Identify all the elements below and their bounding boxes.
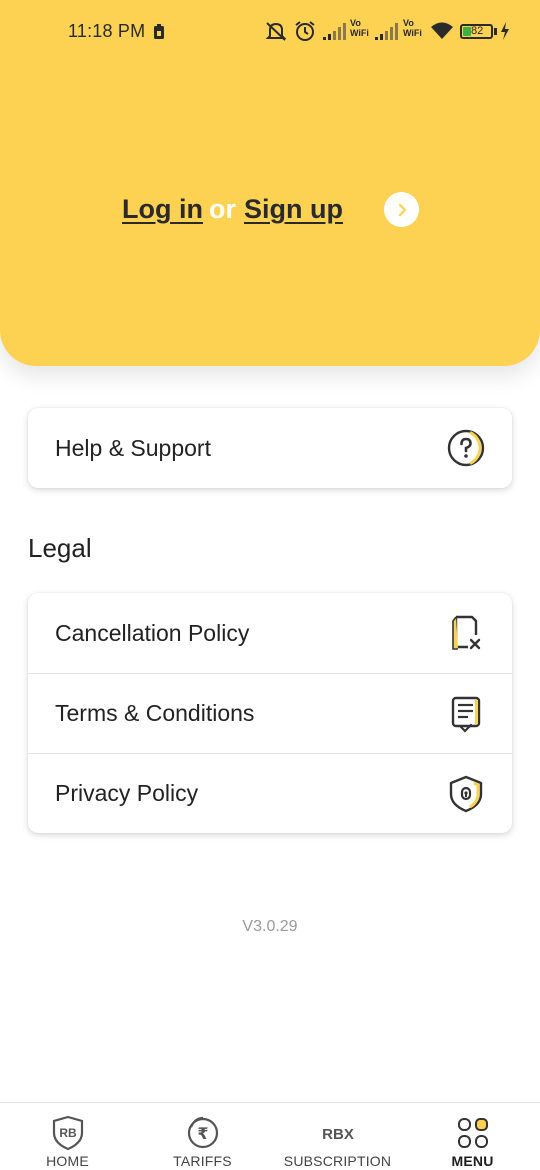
legal-row-privacy[interactable]: Privacy Policy bbox=[28, 753, 512, 833]
document-cancel-icon bbox=[452, 615, 481, 650]
tariffs-icon-text: ₹ bbox=[197, 1124, 208, 1143]
help-card: Help & Support bbox=[28, 408, 512, 488]
rb-shield-icon: RB bbox=[52, 1115, 83, 1151]
vowifi-bottom-text: WiFi bbox=[350, 28, 369, 38]
legal-row-cancellation[interactable]: Cancellation Policy bbox=[28, 593, 512, 673]
menu-grid-icon bbox=[457, 1118, 488, 1148]
login-link[interactable]: Log in bbox=[122, 194, 203, 225]
status-time: 11:18 PM bbox=[68, 21, 146, 41]
nav-menu[interactable]: MENU bbox=[405, 1103, 540, 1170]
rupee-icon: ₹ bbox=[187, 1116, 218, 1149]
vowifi-top-text: Vo bbox=[350, 18, 361, 28]
vowifi-icon: Vo WiFi bbox=[403, 18, 425, 38]
signup-link[interactable]: Sign up bbox=[244, 194, 343, 225]
shield-lock-icon bbox=[449, 775, 483, 813]
nav-subscription[interactable]: RBX SUBSCRIPTION bbox=[270, 1103, 405, 1170]
app-version: V3.0.29 bbox=[242, 918, 298, 935]
document-checklist-icon bbox=[451, 696, 481, 733]
privacy-policy-label: Privacy Policy bbox=[55, 780, 199, 806]
battery-icon: 82 bbox=[460, 24, 493, 39]
nav-home-label: HOME bbox=[46, 1153, 89, 1169]
help-support-label: Help & Support bbox=[55, 434, 211, 461]
mute-icon bbox=[265, 22, 287, 41]
nav-menu-label: MENU bbox=[451, 1153, 494, 1169]
signal-icon bbox=[323, 23, 346, 40]
rbx-icon: RBX bbox=[322, 1126, 354, 1143]
battery-level: 82 bbox=[471, 25, 484, 37]
header-banner: 11:18 PM Vo WiFi Vo WiFi 82 Log in or Si… bbox=[0, 0, 540, 366]
or-text: or bbox=[209, 194, 236, 224]
charging-icon bbox=[501, 22, 509, 40]
vowifi-bottom-text: WiFi bbox=[403, 28, 422, 38]
chevron-right-icon bbox=[398, 203, 406, 216]
status-bar: 11:18 PM Vo WiFi Vo WiFi 82 bbox=[0, 0, 540, 62]
legal-card: Cancellation Policy Terms & Conditions P… bbox=[28, 593, 512, 833]
wifi-icon bbox=[431, 22, 453, 39]
help-support-row[interactable]: Help & Support bbox=[28, 408, 512, 488]
vowifi-top-text: Vo bbox=[403, 18, 414, 28]
legal-row-terms[interactable]: Terms & Conditions bbox=[28, 673, 512, 753]
signal-icon bbox=[375, 23, 398, 40]
nav-tariffs-label: TARIFFS bbox=[173, 1153, 232, 1169]
status-icons: Vo WiFi Vo WiFi 82 bbox=[262, 18, 522, 46]
rbx-icon-text: RBX bbox=[322, 1126, 354, 1143]
bottom-nav: RB HOME ₹ TARIFFS RBX SUBSCRIPTION MENU bbox=[0, 1102, 540, 1170]
terms-conditions-label: Terms & Conditions bbox=[55, 700, 255, 726]
auth-arrow-button[interactable] bbox=[384, 192, 419, 227]
cancellation-policy-label: Cancellation Policy bbox=[55, 619, 250, 646]
alarm-icon bbox=[295, 21, 315, 41]
question-circle-icon bbox=[447, 429, 485, 467]
vowifi-icon: Vo WiFi bbox=[350, 18, 372, 38]
nav-tariffs[interactable]: ₹ TARIFFS bbox=[135, 1103, 270, 1170]
nav-home[interactable]: RB HOME bbox=[0, 1103, 135, 1170]
nav-subscription-label: SUBSCRIPTION bbox=[283, 1153, 392, 1169]
home-icon-text: RB bbox=[59, 1126, 77, 1140]
sim-icon bbox=[154, 24, 164, 39]
legal-section-title: Legal bbox=[28, 533, 92, 563]
